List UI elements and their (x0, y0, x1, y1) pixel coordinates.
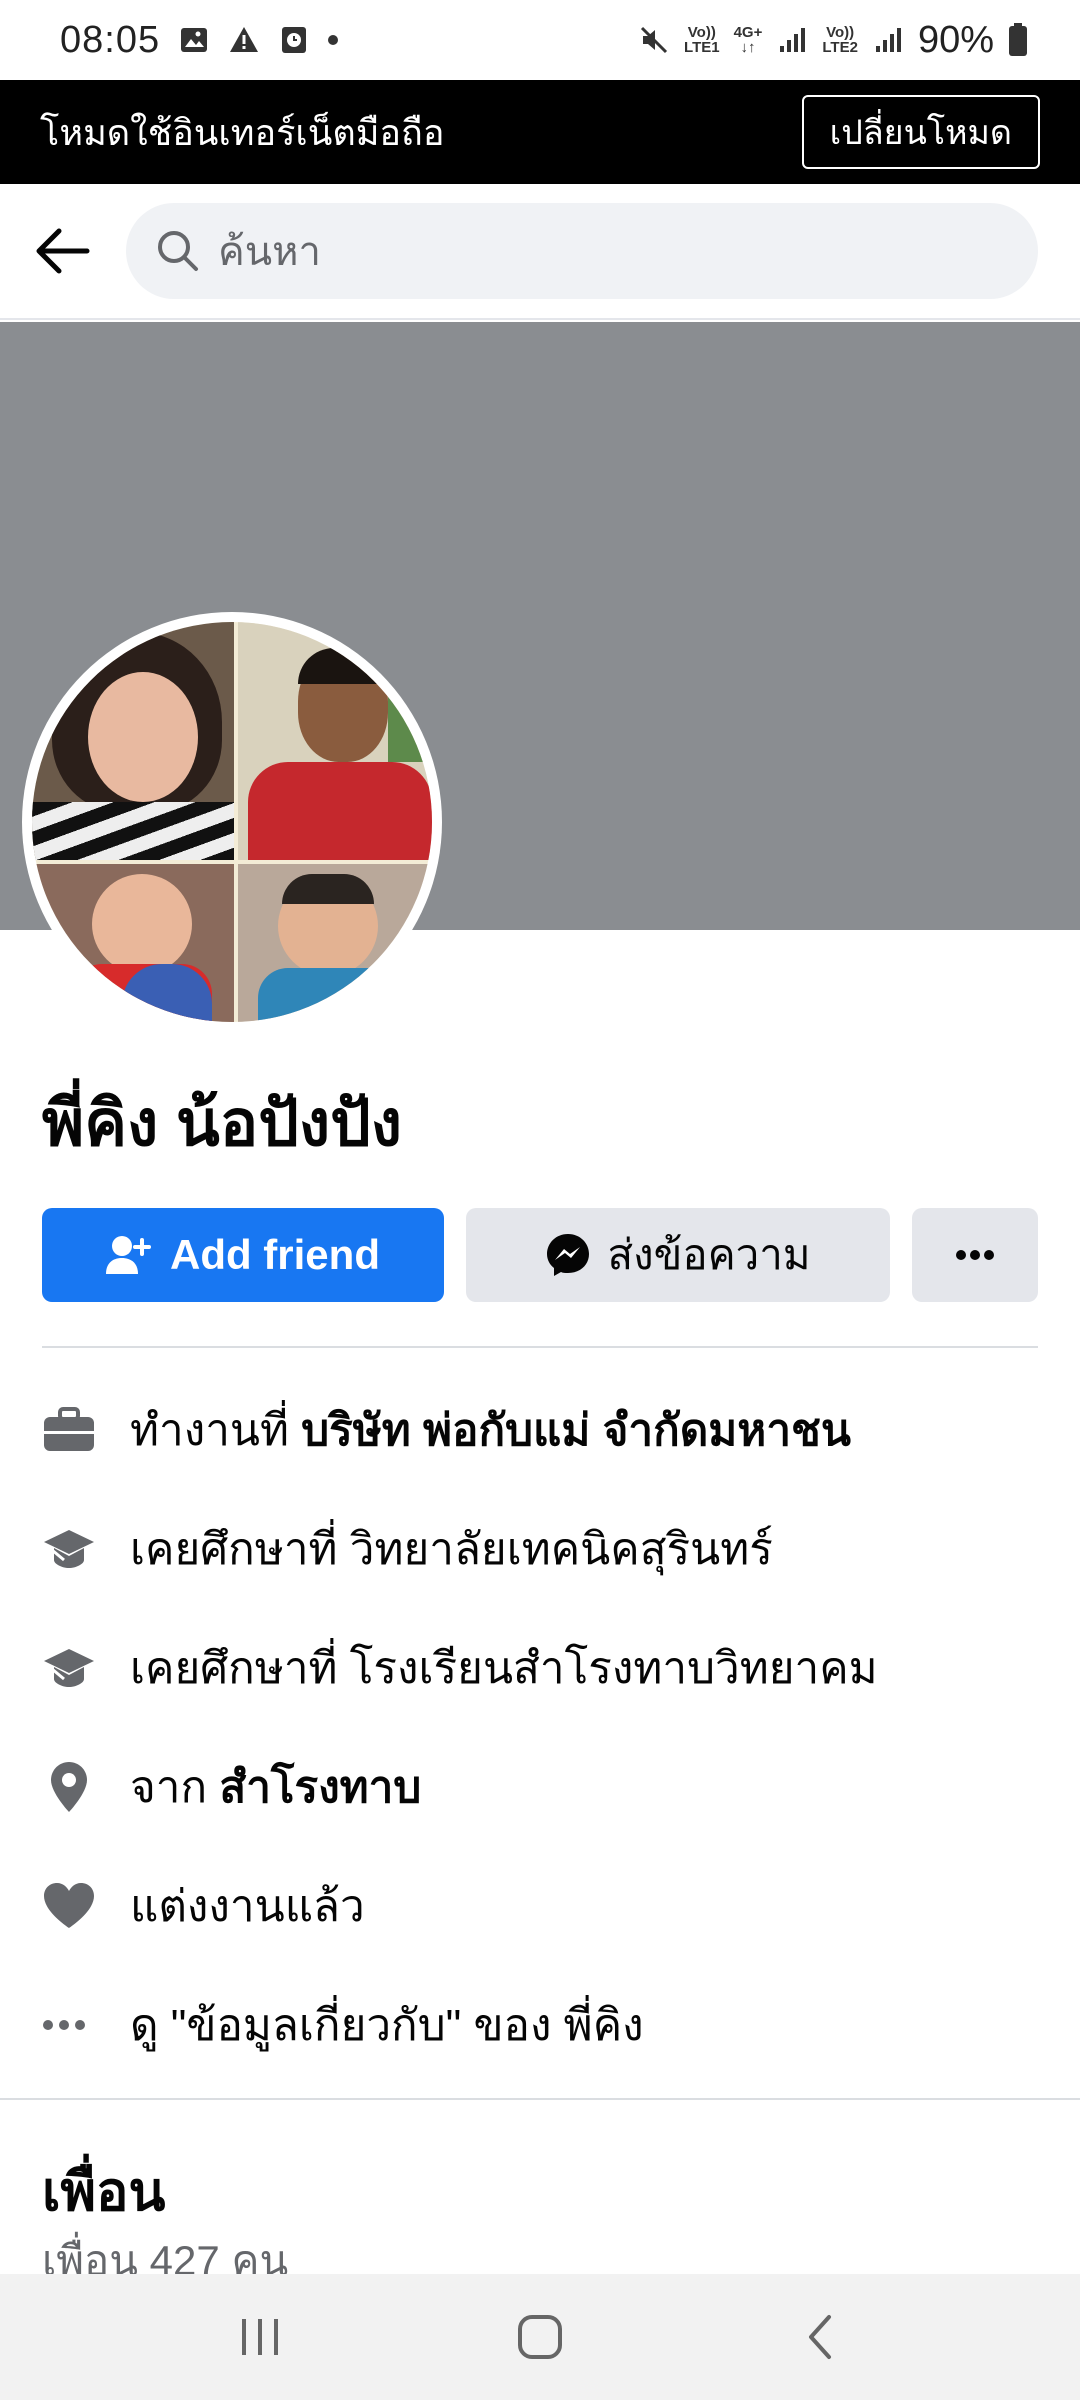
home-icon (518, 2315, 562, 2359)
education-1-text: เคยศึกษาที่ วิทยาลัยเทคนิคสุรินทร์ (130, 1524, 773, 1574)
section-separator (0, 2098, 1080, 2100)
status-time: 08:05 (60, 18, 161, 61)
home-button[interactable] (480, 2292, 600, 2382)
back-arrow-icon (36, 228, 90, 274)
photo-man (238, 622, 432, 860)
photo-child (32, 864, 234, 1022)
notification-dot (328, 35, 339, 45)
photo-woman (32, 622, 234, 860)
education-2-text: เคยศึกษาที่ โรงเรียนสำโรงทาบวิทยาคม (130, 1643, 878, 1693)
battery-icon (1009, 23, 1027, 56)
alarm-icon (282, 27, 307, 53)
back-button[interactable] (0, 183, 126, 319)
work-prefix: ทำงานที่ (130, 1405, 302, 1455)
gallery-icon (181, 28, 208, 52)
detail-hometown: จาก สำโรงทาบ (42, 1727, 1042, 1846)
network-type: 4G+ ↓↑ (733, 24, 763, 56)
work-place[interactable]: บริษัท พ่อกับแม่ จำกัดมหาชน (301, 1406, 851, 1455)
see-about-link[interactable]: ดู "ข้อมูลเกี่ยวกับ" ของ พี่คิง (130, 1990, 644, 2060)
more-icon (43, 2019, 85, 2030)
warning-icon (230, 27, 259, 52)
add-friend-button[interactable]: Add friend (42, 1208, 444, 1302)
signal-icon (875, 28, 901, 52)
status-bar: 08:05 Vo)) LTE1 4G+ ↓↑ Vo)) LTE2 90% (0, 0, 1080, 80)
profile-name: พี่คิง น้อปังปัง (42, 1087, 402, 1159)
add-friend-icon (106, 1236, 151, 1274)
data-mode-label: โหมดใช้อินเทอร์เน็ตมือถือ (40, 111, 445, 153)
sim1-label: Vo)) LTE1 (684, 24, 720, 56)
back-nav-button[interactable] (760, 2292, 880, 2382)
search-icon (158, 231, 198, 271)
heart-icon (44, 1882, 94, 1928)
hometown-prefix: จาก (130, 1762, 220, 1812)
more-options-button[interactable] (912, 1208, 1038, 1302)
graduation-cap-icon (44, 1648, 94, 1687)
graduation-cap-icon (44, 1529, 94, 1568)
message-label: ส่งข้อความ (607, 1231, 811, 1278)
intro-details: ทำงานที่ บริษัท พ่อกับแม่ จำกัดมหาชน เคย… (42, 1370, 1042, 2084)
messenger-icon (547, 1234, 590, 1276)
signal-icon (780, 28, 806, 52)
detail-work: ทำงานที่ บริษัท พ่อกับแม่ จำกัดมหาชน (42, 1370, 1042, 1489)
search-placeholder: ค้นหา (218, 230, 321, 274)
detail-relationship: แต่งงานแล้ว (42, 1846, 1042, 1965)
friends-heading: เพื่อน (42, 2162, 166, 2222)
switch-mode-button[interactable]: เปลี่ยนโหมด (801, 95, 1040, 169)
system-nav-bar (0, 2274, 1080, 2400)
photo-baby (238, 864, 432, 1022)
recent-apps-button[interactable] (200, 2292, 320, 2382)
more-icon (956, 1250, 994, 1260)
add-friend-label: Add friend (170, 1231, 380, 1278)
battery-percent: 90% (917, 18, 994, 61)
recent-apps-icon (242, 2319, 278, 2355)
data-mode-banner: โหมดใช้อินเทอร์เน็ตมือถือ เปลี่ยนโหมด (0, 80, 1080, 184)
profile-actions: Add friend ส่งข้อความ (42, 1208, 1038, 1302)
mute-icon (640, 26, 668, 54)
sim2-label: Vo)) LTE2 (822, 24, 858, 56)
briefcase-icon (44, 1406, 94, 1451)
chevron-left-icon (809, 2315, 831, 2359)
detail-education-1: เคยศึกษาที่ วิทยาลัยเทคนิคสุรินทร์ (42, 1489, 1042, 1608)
profile-picture[interactable] (22, 612, 442, 1032)
detail-see-about[interactable]: ดู "ข้อมูลเกี่ยวกับ" ของ พี่คิง (42, 1965, 1042, 2084)
relationship-text: แต่งงานแล้ว (130, 1881, 365, 1931)
divider (42, 1346, 1038, 1348)
message-button[interactable]: ส่งข้อความ (466, 1208, 890, 1302)
search-header: ค้นหา (0, 184, 1080, 320)
hometown-place[interactable]: สำโรงทาบ (219, 1763, 421, 1812)
profile-photo-collage (32, 622, 432, 1022)
search-input[interactable]: ค้นหา (126, 203, 1038, 299)
detail-education-2: เคยศึกษาที่ โรงเรียนสำโรงทาบวิทยาคม (42, 1608, 1042, 1727)
location-pin-icon (51, 1761, 87, 1812)
